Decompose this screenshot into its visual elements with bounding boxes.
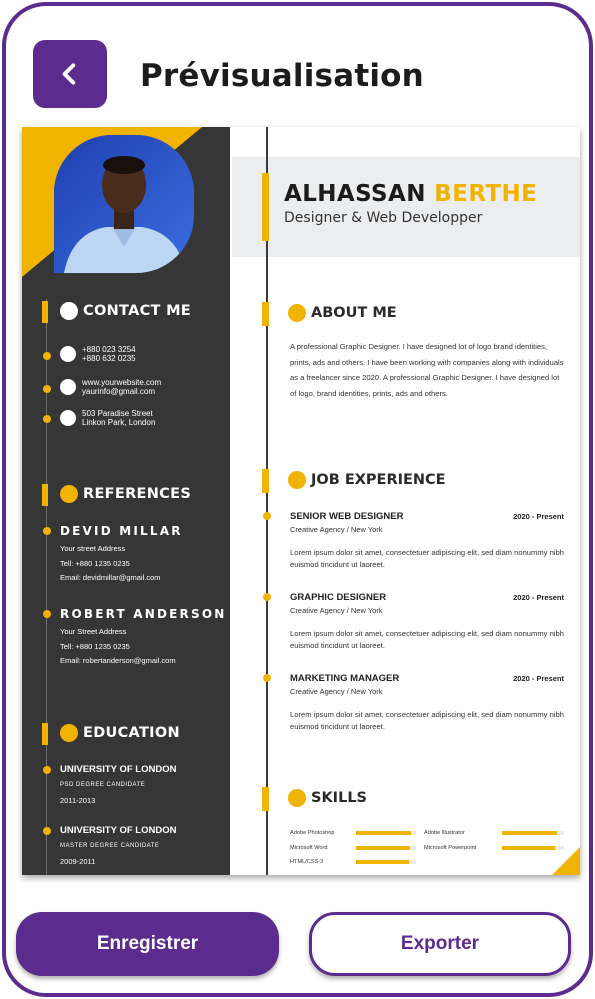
about-text: A professional Graphic Designer. I have … bbox=[290, 342, 564, 398]
skill-label: HTML/CSS-3 bbox=[290, 859, 324, 865]
timeline-dot bbox=[43, 415, 51, 423]
reference-name: ROBERT ANDERSON bbox=[60, 607, 227, 621]
education-school: UNIVERSITY OF LONDON bbox=[60, 764, 177, 775]
page-title: Prévisualisation bbox=[140, 58, 424, 94]
education-degree: PSD DEGREE CANDIDATE bbox=[60, 782, 146, 788]
name-accent-bar bbox=[262, 173, 269, 241]
export-button[interactable]: Exporter bbox=[309, 912, 571, 976]
reference-name: DEVID MILLAR bbox=[60, 524, 183, 538]
skills-heading: SKILLS bbox=[288, 789, 367, 807]
section-marker bbox=[262, 787, 269, 811]
contact-phone: +880 023 3254 +880 632 0235 bbox=[60, 345, 136, 363]
skill-bar bbox=[356, 831, 416, 835]
contact-web: www.yourwebsite.com yaurinfo@gmail.com bbox=[60, 378, 161, 396]
experience-heading: JOB EXPERIENCE bbox=[288, 471, 446, 489]
back-button[interactable] bbox=[33, 40, 107, 108]
references-heading: REFERENCES bbox=[60, 485, 191, 503]
chevron-left-icon bbox=[62, 63, 76, 85]
section-marker bbox=[262, 302, 269, 326]
phone-frame: Prévisualisation CONTACT ME +880 023 325… bbox=[2, 2, 593, 997]
job-title: SENIOR WEB DESIGNER bbox=[290, 511, 404, 522]
job-description: Lorem ipsum dolor sit amet, consectetuer… bbox=[290, 629, 564, 650]
about-heading: ABOUT ME bbox=[288, 304, 397, 322]
job-company: Creative Agency / New York bbox=[290, 525, 383, 534]
reference-details: Your Street Address Tell: +880 1235 0235… bbox=[60, 627, 176, 665]
globe-icon bbox=[60, 379, 76, 395]
education-school: UNIVERSITY OF LONDON bbox=[60, 825, 177, 836]
bullet-icon bbox=[288, 789, 306, 807]
name-band bbox=[232, 157, 580, 257]
timeline-dot bbox=[263, 674, 271, 682]
profile-photo bbox=[54, 135, 194, 273]
resume-preview: CONTACT ME +880 023 3254 +880 632 0235 ww… bbox=[22, 127, 580, 875]
job-title: MARKETING MANAGER bbox=[290, 673, 400, 684]
job-date: 2020 - Present bbox=[513, 512, 564, 521]
job-company: Creative Agency / New York bbox=[290, 687, 383, 696]
skill-label: Microsoft Powerpoint bbox=[424, 845, 477, 851]
timeline-dot bbox=[43, 385, 51, 393]
timeline-dot bbox=[43, 527, 51, 535]
contact-heading: CONTACT ME bbox=[60, 302, 191, 320]
job-date: 2020 - Present bbox=[513, 593, 564, 602]
section-marker bbox=[42, 723, 48, 745]
skill-label: Adobe Illustrator bbox=[424, 830, 465, 836]
education-years: 2009-2011 bbox=[60, 857, 96, 866]
section-marker bbox=[42, 484, 48, 506]
education-years: 2011-2013 bbox=[60, 796, 96, 805]
timeline-dot bbox=[43, 827, 51, 835]
location-icon bbox=[60, 410, 76, 426]
skill-label: Microsoft Word bbox=[290, 845, 328, 851]
skill-label: Adobe Photoshop bbox=[290, 830, 335, 836]
job-title: GRAPHIC DESIGNER bbox=[290, 592, 387, 603]
job-description: Lorem ipsum dolor sit amet, consectetuer… bbox=[290, 710, 564, 731]
section-marker bbox=[42, 301, 48, 323]
timeline-dot bbox=[43, 610, 51, 618]
person-name: ALHASSAN BERTHE bbox=[284, 181, 538, 207]
bullet-icon bbox=[288, 304, 306, 322]
skill-bar bbox=[502, 831, 564, 835]
job-company: Creative Agency / New York bbox=[290, 606, 383, 615]
reference-details: Your street Address Tell: +880 1235 0235… bbox=[60, 544, 161, 582]
section-marker bbox=[262, 469, 269, 493]
bullet-icon bbox=[288, 471, 306, 489]
skill-bar bbox=[356, 846, 416, 850]
bullet-icon bbox=[60, 485, 78, 503]
job-date: 2020 - Present bbox=[513, 674, 564, 683]
decorative-corner bbox=[552, 847, 580, 875]
timeline-dot bbox=[43, 766, 51, 774]
timeline-dot bbox=[263, 593, 271, 601]
timeline-dot bbox=[43, 352, 51, 360]
phone-icon bbox=[60, 346, 76, 362]
timeline-dot bbox=[263, 512, 271, 520]
education-heading: EDUCATION bbox=[60, 724, 180, 742]
person-role: Designer & Web Developper bbox=[284, 210, 483, 226]
bullet-icon bbox=[60, 302, 78, 320]
bullet-icon bbox=[60, 724, 78, 742]
contact-address: 503 Paradise Street Linkon Park, London bbox=[60, 409, 155, 427]
resume-sidebar: CONTACT ME +880 023 3254 +880 632 0235 ww… bbox=[22, 127, 230, 875]
job-description: Lorem ipsum dolor sit amet, consectetuer… bbox=[290, 548, 564, 569]
save-button[interactable]: Enregistrer bbox=[16, 912, 279, 976]
skill-bar bbox=[356, 860, 416, 864]
education-degree: MASTER DEGREE CANDIDATE bbox=[60, 843, 160, 849]
